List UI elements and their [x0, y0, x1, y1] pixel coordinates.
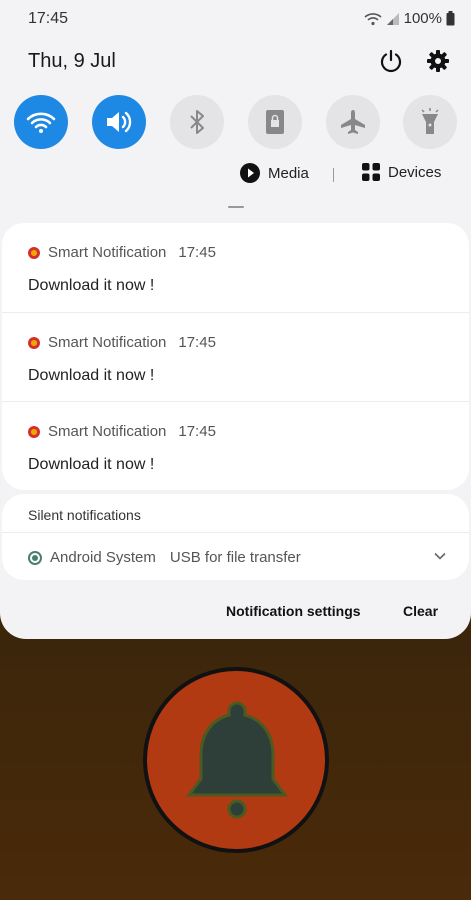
clear-button[interactable]: Clear	[403, 603, 438, 619]
bell-icon	[186, 701, 288, 819]
silent-message: USB for file transfer	[169, 549, 301, 566]
devices-button[interactable]: Devices	[362, 163, 441, 181]
notification-app-name: Smart Notification	[48, 334, 167, 351]
chevron-down-icon[interactable]	[434, 552, 446, 560]
wifi-icon	[26, 112, 56, 133]
notification-time: 17:45	[178, 423, 216, 440]
wifi-toggle[interactable]	[14, 95, 68, 149]
battery-percent: 100%	[403, 10, 442, 27]
notification-time: 17:45	[178, 334, 216, 351]
notification-message: Download it now !	[28, 456, 155, 473]
notification-settings-button[interactable]: Notification settings	[226, 603, 361, 619]
notification-time: 17:45	[178, 244, 216, 261]
silent-notifications-title: Silent notifications	[28, 507, 141, 523]
notification-message: Download it now !	[28, 367, 155, 384]
shade-footer: Notification settings Clear	[0, 600, 471, 622]
silent-notification-item[interactable]: Android System USB for file transfer	[28, 549, 301, 566]
quick-settings	[14, 95, 457, 149]
notification-item[interactable]: Smart Notification 17:45 Download it now…	[2, 312, 469, 401]
silent-app-name: Android System	[50, 549, 156, 566]
gear-icon	[427, 50, 449, 72]
drag-handle[interactable]	[228, 206, 244, 208]
bluetooth-toggle[interactable]	[170, 95, 224, 149]
status-time: 17:45	[28, 10, 69, 27]
bell-circle[interactable]	[143, 667, 329, 853]
media-bar: Media Devices	[0, 163, 471, 189]
devices-label: Devices	[388, 163, 442, 181]
app-icon	[28, 246, 40, 259]
flashlight-icon	[421, 108, 439, 134]
signal-icon	[386, 12, 399, 25]
media-label: Media	[268, 164, 309, 182]
notification-shade: 17:45 100% Thu, 9 Jul Media Devices Smar…	[0, 0, 471, 639]
notification-item[interactable]: Smart Notification 17:45 Download it now…	[2, 401, 469, 490]
status-icons: 100%	[364, 10, 455, 27]
notification-header: Smart Notification 17:45	[28, 244, 216, 261]
battery-icon	[446, 11, 455, 26]
power-icon	[380, 49, 402, 73]
notification-header: Smart Notification 17:45	[28, 423, 216, 440]
android-system-icon	[28, 550, 42, 565]
devices-icon	[362, 163, 380, 181]
notification-header: Smart Notification 17:45	[28, 334, 216, 351]
power-button[interactable]	[378, 48, 404, 74]
bluetooth-icon	[190, 110, 204, 134]
portrait-lock-icon	[266, 110, 284, 134]
play-icon	[240, 163, 260, 183]
airplane-toggle[interactable]	[326, 95, 380, 149]
volume-icon	[107, 111, 132, 133]
notification-message: Download it now !	[28, 277, 155, 294]
silent-notifications-card: Silent notifications Android System USB …	[2, 494, 469, 580]
app-icon	[28, 336, 40, 349]
wifi-call-icon	[364, 12, 382, 25]
portrait-lock-toggle[interactable]	[248, 95, 302, 149]
app-icon	[28, 425, 40, 438]
notification-group: Smart Notification 17:45 Download it now…	[2, 223, 469, 490]
sound-toggle[interactable]	[92, 95, 146, 149]
silent-divider	[2, 532, 469, 533]
flashlight-toggle[interactable]	[403, 95, 457, 149]
media-divider	[333, 168, 334, 182]
media-button[interactable]: Media	[240, 163, 309, 183]
notification-item[interactable]: Smart Notification 17:45 Download it now…	[2, 223, 469, 312]
settings-button[interactable]	[425, 48, 451, 74]
notification-app-name: Smart Notification	[48, 244, 167, 261]
date-label: Thu, 9 Jul	[28, 50, 116, 72]
notification-app-name: Smart Notification	[48, 423, 167, 440]
airplane-icon	[341, 110, 365, 134]
status-bar: 17:45 100%	[0, 0, 471, 36]
